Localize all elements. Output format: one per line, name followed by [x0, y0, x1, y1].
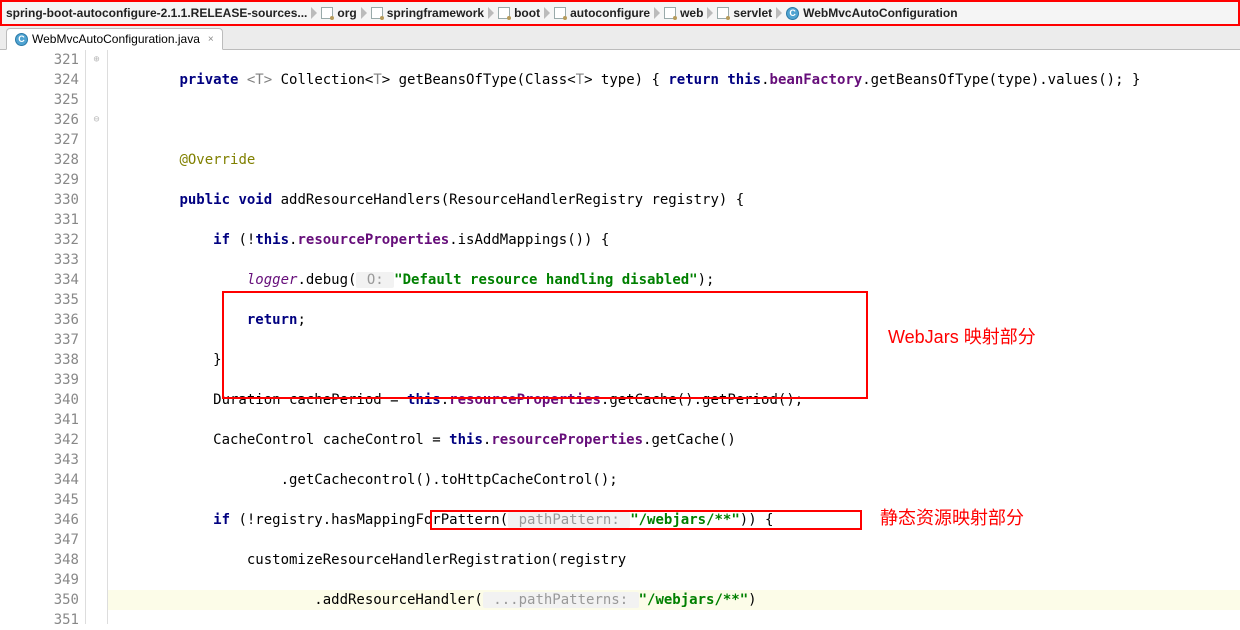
line-number: 332: [0, 230, 79, 250]
code-line: logger.debug( O: "Default resource handl…: [108, 270, 1240, 290]
code-line: Duration cachePeriod = this.resourceProp…: [108, 390, 1240, 410]
chevron-right-icon: [774, 4, 784, 22]
package-icon: [717, 7, 729, 19]
code-line: if (!this.resourceProperties.isAddMappin…: [108, 230, 1240, 250]
code-line: CacheControl cacheControl = this.resourc…: [108, 430, 1240, 450]
breadcrumb-boot[interactable]: boot: [498, 6, 540, 20]
chevron-right-icon: [705, 4, 715, 22]
package-icon: [371, 7, 383, 19]
line-number: 340: [0, 390, 79, 410]
code-line: [108, 110, 1240, 130]
code-content[interactable]: private <T> Collection<T> getBeansOfType…: [108, 50, 1240, 624]
code-line: customizeResourceHandlerRegistration(reg…: [108, 550, 1240, 570]
code-line: @Override: [108, 150, 1240, 170]
annotation-box-webjars: [222, 291, 868, 399]
line-number: 325: [0, 90, 79, 110]
annotation-label-static: 静态资源映射部分: [880, 508, 1024, 528]
line-number: 341: [0, 410, 79, 430]
line-number: 330: [0, 190, 79, 210]
code-line: public void addResourceHandlers(Resource…: [108, 190, 1240, 210]
chevron-right-icon: [486, 4, 496, 22]
code-line: .getCachecontrol().toHttpCacheControl();: [108, 470, 1240, 490]
line-number: 321: [0, 50, 79, 70]
close-icon[interactable]: ×: [208, 34, 214, 45]
line-number: 350: [0, 590, 79, 610]
breadcrumb: spring-boot-autoconfigure-2.1.1.RELEASE-…: [0, 0, 1240, 26]
fold-gutter: ⊕⊖: [86, 50, 108, 624]
code-editor[interactable]: 321 324 325 326 327 328 329 330 331 332 …: [0, 50, 1240, 624]
package-icon: [554, 7, 566, 19]
line-number: 343: [0, 450, 79, 470]
chevron-right-icon: [542, 4, 552, 22]
line-number: 334: [0, 270, 79, 290]
breadcrumb-servlet[interactable]: servlet: [717, 6, 772, 20]
line-number: 349: [0, 570, 79, 590]
code-line: }: [108, 350, 1240, 370]
class-icon: C: [786, 7, 799, 20]
line-number: 324: [0, 70, 79, 90]
code-line: if (!registry.hasMappingForPattern( path…: [108, 510, 1240, 530]
line-number: 342: [0, 430, 79, 450]
line-number: 329: [0, 170, 79, 190]
package-icon: [321, 7, 333, 19]
line-number: 351: [0, 610, 79, 630]
line-number: 348: [0, 550, 79, 570]
chevron-right-icon: [309, 4, 319, 22]
line-number: 327: [0, 130, 79, 150]
line-number: 339: [0, 370, 79, 390]
line-number: 346: [0, 510, 79, 530]
annotation-label-webjars: WebJars 映射部分: [888, 327, 1036, 347]
breadcrumb-springframework[interactable]: springframework: [371, 6, 484, 20]
editor-tab-filename: WebMvcAutoConfiguration.java: [32, 32, 200, 46]
breadcrumb-class[interactable]: CWebMvcAutoConfiguration: [786, 6, 957, 20]
breadcrumb-project[interactable]: spring-boot-autoconfigure-2.1.1.RELEASE-…: [6, 6, 307, 20]
line-number: 345: [0, 490, 79, 510]
breadcrumb-web[interactable]: web: [664, 6, 703, 20]
line-number: 331: [0, 210, 79, 230]
code-line: return;: [108, 310, 1240, 330]
package-icon: [664, 7, 676, 19]
line-number: 335: [0, 290, 79, 310]
line-number: 333: [0, 250, 79, 270]
editor-tabbar: C WebMvcAutoConfiguration.java ×: [0, 26, 1240, 50]
code-line: .addResourceHandler( ...pathPatterns: "/…: [108, 590, 1240, 610]
editor-tab[interactable]: C WebMvcAutoConfiguration.java ×: [6, 28, 223, 50]
line-number: 326: [0, 110, 79, 130]
breadcrumb-project-label: spring-boot-autoconfigure-2.1.1.RELEASE-…: [6, 6, 307, 20]
line-number: 337: [0, 330, 79, 350]
chevron-right-icon: [652, 4, 662, 22]
line-number: 347: [0, 530, 79, 550]
line-number-gutter: 321 324 325 326 327 328 329 330 331 332 …: [0, 50, 86, 624]
line-number: 338: [0, 350, 79, 370]
class-icon: C: [15, 33, 28, 46]
line-number: 336: [0, 310, 79, 330]
package-icon: [498, 7, 510, 19]
code-line: private <T> Collection<T> getBeansOfType…: [108, 70, 1240, 90]
breadcrumb-org[interactable]: org: [321, 6, 356, 20]
line-number: 344: [0, 470, 79, 490]
chevron-right-icon: [359, 4, 369, 22]
breadcrumb-autoconfigure[interactable]: autoconfigure: [554, 6, 650, 20]
line-number: 328: [0, 150, 79, 170]
